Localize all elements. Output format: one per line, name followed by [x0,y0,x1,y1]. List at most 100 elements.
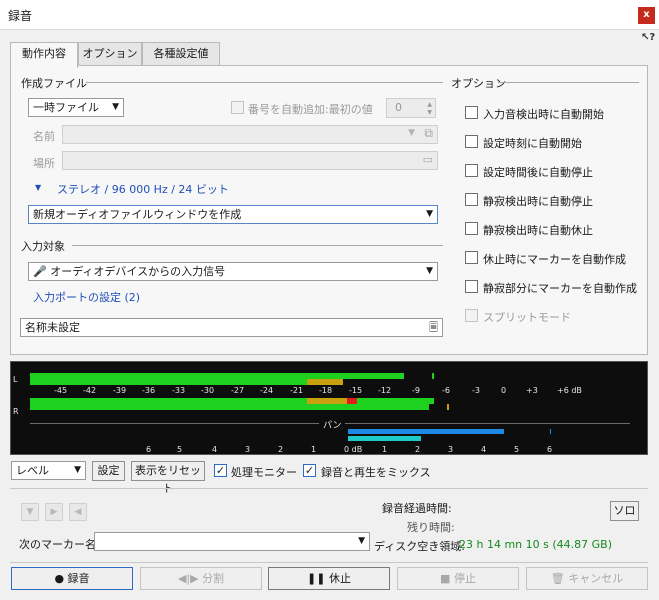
solo-button[interactable]: ソロ [610,501,639,521]
level-bar-left-rms [30,379,343,385]
window-option-select[interactable]: 新規オーディオファイルウィンドウを作成 ▼ [28,205,438,224]
file-type-select[interactable]: 一時ファイル ▼ [28,98,124,117]
chevron-down-icon: ▼ [358,536,365,546]
divider [86,82,443,83]
expand-triangle-icon[interactable]: ▼ [35,183,41,192]
notes-icon[interactable]: 🗏 [429,319,438,336]
level-bar-right [30,404,429,410]
name-label: 名前 [33,130,55,143]
divider [498,82,639,83]
auto-start-at-time-checkbox[interactable] [465,135,478,148]
auto-stop-after-time-checkbox[interactable] [465,164,478,177]
pan-bar-right [348,436,421,441]
pause-icon: ❚❚ [307,572,326,585]
help-icon[interactable]: ↖? [641,32,655,43]
name-input[interactable]: ▼ ⧉ [62,125,438,144]
split-icon: ◀|▶ [177,572,199,585]
stop-button[interactable]: ■ 停止 [397,567,519,590]
next-marker-input[interactable]: ▼ [94,532,370,551]
scale-tick: -9 [412,386,420,395]
split-button[interactable]: ◀|▶ 分割 [140,567,262,590]
pan-tick: 6 [146,445,152,454]
chevron-down-icon: ▼ [112,102,119,112]
cancel-button[interactable]: 🗑 キャンセル [526,567,648,590]
input-ports-link[interactable]: 入力ポートの設定 (2) [33,289,140,305]
location-input[interactable]: ▭ [62,151,438,170]
chevron-down-icon[interactable]: ▼ [408,128,415,138]
close-button[interactable]: x [638,7,655,24]
pan-tick: 3 [245,445,251,454]
channel-label-right: R [13,407,19,416]
folder-icon[interactable]: ▭ [423,153,433,166]
pan-tick: 4 [481,445,487,454]
pause-button[interactable]: ❚❚ 休止 [268,567,390,590]
reset-display-button[interactable]: 表示をリセット [131,461,205,495]
pan-tick: 1 [311,445,317,454]
track-name-field[interactable]: 名称未設定 🗏 [20,318,443,337]
location-label: 場所 [33,157,55,170]
split-mode-checkbox[interactable] [465,309,478,322]
marker-prev-icon[interactable]: ◀ [69,503,87,521]
tab-settings[interactable]: 各種設定値 [142,42,220,66]
trash-icon: 🗑 [550,572,565,585]
peak-hold-left [307,379,343,385]
disk-space-label: ディスク空き領域: [374,540,465,553]
pan-bar-left [348,429,504,434]
tab-options[interactable]: オプション [78,42,142,66]
marker-on-pause-checkbox[interactable] [465,251,478,264]
monitor-checkbox[interactable]: ✓ [214,464,227,477]
copy-icon[interactable]: ⧉ [424,126,433,141]
auto-number-stepper[interactable]: 0 ▲ ▼ [386,98,436,118]
spin-up-icon[interactable]: ▲ [427,101,432,109]
spin-down-icon[interactable]: ▼ [427,109,432,117]
pan-tick: 6 [547,445,553,454]
marker-on-silence-checkbox[interactable] [465,280,478,293]
pan-tick: 2 [415,445,421,454]
options-section-heading: オプション [451,77,506,90]
auto-stop-on-silence-checkbox[interactable] [465,193,478,206]
option-label: 設定時刻に自動開始 [483,137,582,150]
auto-pause-on-silence-checkbox[interactable] [465,222,478,235]
divider [10,488,648,489]
mix-playback-checkbox[interactable]: ✓ [303,464,316,477]
marker-next-icon[interactable]: ▶ [45,503,63,521]
scale-tick: -45 [54,386,68,395]
marker-down-icon[interactable]: ▼ [21,503,39,521]
divider [72,245,443,246]
auto-start-on-input-checkbox[interactable] [465,106,478,119]
option-label: 設定時間後に自動停止 [483,166,593,179]
scale-tick: -27 [231,386,245,395]
tab-action[interactable]: 動作内容 [10,42,78,68]
scale-tick: 0 [501,386,507,395]
scale-tick: -15 [349,386,363,395]
option-label: 休止時にマーカーを自動作成 [483,253,626,266]
file-section-heading: 作成ファイル [21,77,87,90]
scale-tick: -18 [319,386,333,395]
window-title: 録音 [8,9,33,23]
channel-label-left: L [13,375,18,384]
auto-number-checkbox[interactable] [231,101,244,114]
scale-tick: -24 [260,386,274,395]
pan-label: パン [319,418,346,431]
record-button[interactable]: ● 録音 [11,567,133,590]
pan-peak-marker [550,429,551,434]
option-label: 静寂検出時に自動休止 [483,224,593,237]
record-dot-icon: ● [54,572,65,585]
meter-mode-select[interactable]: レベル ▼ [11,461,86,480]
scale-tick: -3 [472,386,480,395]
peak-marker-right [447,404,449,410]
scale-tick: +3 [526,386,538,395]
input-source-select[interactable]: 🎤 オーディオデバイスからの入力信号 ▼ [28,262,438,281]
meter-settings-button[interactable]: 設定 [92,461,125,481]
pan-tick: 4 [212,445,218,454]
scale-tick: -39 [113,386,127,395]
option-label: 入力音検出時に自動開始 [483,108,604,121]
chevron-down-icon: ▼ [74,465,81,475]
option-label: 静寂検出時に自動停止 [483,195,593,208]
scale-tick: -36 [142,386,156,395]
scale-tick: -21 [290,386,304,395]
scale-tick: -6 [442,386,450,395]
pan-tick: 0 dB [344,445,363,454]
chevron-down-icon: ▼ [426,266,433,276]
format-link[interactable]: ステレオ / 96 000 Hz / 24 ビット [57,181,229,197]
